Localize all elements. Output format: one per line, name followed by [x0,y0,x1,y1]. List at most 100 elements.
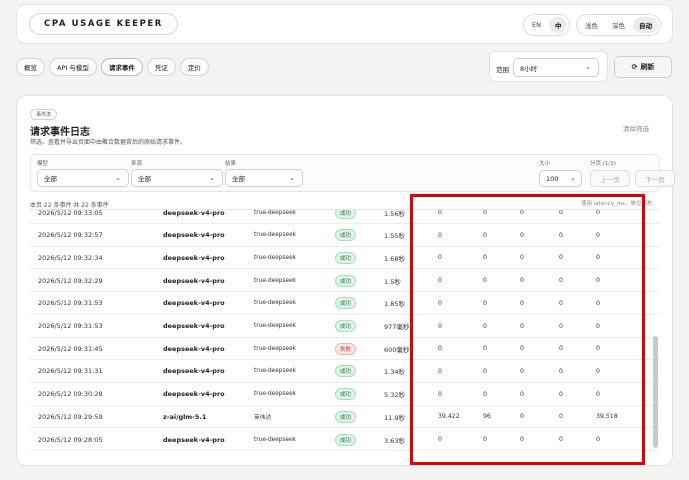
clear-filters-button[interactable]: 清除筛选 [623,123,649,133]
cell-time: 2026/5/12 09:31:53 [38,322,103,330]
source-filter-select[interactable]: 全部 ⌄ [131,169,223,187]
cell-source: true-deepseek [254,436,296,443]
cell-c1: 0 [438,367,442,375]
cell-model: deepseek-v4-pro [163,209,225,217]
status-cell: 成功 [335,360,357,383]
cell-model: deepseek-v4-pro [163,276,225,285]
filter-bar: 模型 全部 ⌄ 来源 全部 ⌄ 结果 全部 ⌄ 大小 100 ⌄ 分页 (1/1… [30,154,675,192]
cell-c1: 0 [438,277,442,285]
cell-c4: 0 [559,322,563,330]
table-row[interactable]: 2026/5/12 09:31:31 deepseek-v4-pro true-de… [30,360,660,383]
page-size-select[interactable]: 100 ⌄ [539,170,582,187]
cell-latency: 3.63秒 [384,436,405,445]
status-badge: 失败 [335,342,357,355]
table-row[interactable]: 2026/5/12 09:29:59 z-ai/glm-5.1 英伟达 成功 11.9秒… [30,405,660,429]
cell-model: deepseek-v4-pro [163,344,225,353]
cell-c3: 0 [520,254,524,262]
status-badge: 成功 [335,410,357,423]
model-filter-select[interactable]: 全部 ⌄ [37,169,129,187]
result-filter-label: 结果 [225,161,237,167]
theme-light-button[interactable]: 浅色 [579,17,604,33]
cell-c5: 0 [596,390,600,398]
range-label: 范围 [496,66,509,74]
cell-c2: 0 [483,390,487,398]
cell-c5: 0 [596,209,600,216]
lang-zh-button[interactable]: 中 [548,17,568,33]
prev-page-button[interactable]: 上一页 [590,170,630,187]
cell-model: deepseek-v4-pro [163,435,225,444]
tab-overview[interactable]: 概览 [16,58,45,76]
status-badge: 成功 [335,229,357,242]
tab-request-events[interactable]: 请求事件 [100,58,143,76]
theme-auto-button[interactable]: 自动 [633,17,658,33]
next-page-button[interactable]: 下一页 [635,170,675,187]
cell-c1: 0 [438,209,442,216]
table-row[interactable]: 2026/5/12 09:30:28 deepseek-v4-pro true-de… [30,383,660,406]
page-size-value: 100 [546,174,559,183]
cell-c3: 0 [520,277,524,285]
cell-model: deepseek-v4-pro [163,299,225,308]
cell-model: deepseek-v4-pro [163,367,225,376]
table-row[interactable]: 2026/5/12 09:33:05 deepseek-v4-pro true-de… [30,209,660,224]
table-row[interactable]: 2026/5/12 09:31:53 deepseek-v4-pro true-de… [30,315,660,338]
cell-latency: 1.68秒 [384,254,405,263]
lang-en-button[interactable]: EN [526,18,547,32]
cell-source: true-deepseek [254,232,296,239]
table-row[interactable]: 2026/5/12 09:31:45 deepseek-v4-pro true-de… [30,337,660,361]
cell-model: deepseek-v4-pro [163,253,225,262]
language-switcher: EN 中 [523,14,571,36]
cell-c1: 0 [438,345,442,353]
cell-latency: 11.9秒 [384,413,405,422]
cell-c2: 96 [483,413,491,421]
tab-api-models[interactable]: API 与模型 [49,58,97,76]
cell-c2: 0 [483,254,487,262]
cell-c4: 0 [559,345,563,353]
tab-credentials[interactable]: 凭证 [146,58,176,76]
status-badge: 成功 [335,210,357,219]
cell-c3: 0 [520,413,524,421]
table-row[interactable]: 2026/5/12 09:32:57 deepseek-v4-pro true-de… [30,224,660,247]
event-count-summary: 本页 22 条事件 共 22 条事件 [30,202,109,209]
section-chip: 事件流 [30,109,58,120]
tab-pricing[interactable]: 定价 [179,58,209,76]
cell-latency: 600毫秒 [384,345,410,354]
cell-latency: 5.32秒 [384,391,405,400]
events-table[interactable]: 2026/5/12 09:33:05 deepseek-v4-pro true-de… [30,209,660,453]
refresh-button[interactable]: ⟳ 刷新 [614,56,672,78]
status-badge: 成功 [335,274,357,287]
cell-c3: 0 [520,322,524,330]
theme-dark-button[interactable]: 深色 [606,17,631,33]
table-scrollbar[interactable] [653,336,658,448]
status-badge: 成功 [335,297,357,310]
range-select[interactable]: 8小时 ⌄ [513,58,599,77]
cell-latency: 1.5秒 [384,277,401,286]
table-row[interactable]: 2026/5/12 09:28:05 deepseek-v4-pro true-de… [30,428,660,451]
status-cell: 成功 [335,292,357,315]
cell-c1: 0 [438,322,442,330]
cell-c5: 0 [596,322,600,330]
theme-switcher: 浅色 深色 自动 [576,14,661,36]
cell-c3: 0 [520,299,524,307]
size-label: 大小 [539,161,551,167]
result-filter-select[interactable]: 全部 ⌄ [225,169,303,187]
cell-source: true-deepseek [254,254,296,261]
status-cell: 成功 [335,224,357,247]
cell-source: true-deepseek [254,209,296,216]
cell-c2: 0 [483,367,487,375]
cell-model: deepseek-v4-pro [163,322,225,330]
cell-c4: 0 [559,277,563,285]
cell-time: 2026/5/12 09:32:57 [38,231,103,240]
cell-c1: 0 [438,299,442,307]
cell-c3: 0 [520,209,524,216]
model-filter-value: 全部 [44,175,57,183]
cell-c1: 0 [438,390,442,398]
table-row[interactable]: 2026/5/12 09:32:29 deepseek-v4-pro true-de… [30,269,660,293]
table-row[interactable]: 2026/5/12 09:32:34 deepseek-v4-pro true-de… [30,246,660,270]
cell-time: 2026/5/12 09:29:59 [38,412,103,421]
table-row[interactable]: 2026/5/12 09:31:53 deepseek-v4-pro true-de… [30,292,660,315]
cell-c5: 0 [596,277,600,285]
cell-source: true-deepseek [254,323,296,329]
cell-latency: 1.56秒 [384,209,405,218]
refresh-label: 刷新 [640,63,655,71]
status-cell: 成功 [335,315,357,338]
